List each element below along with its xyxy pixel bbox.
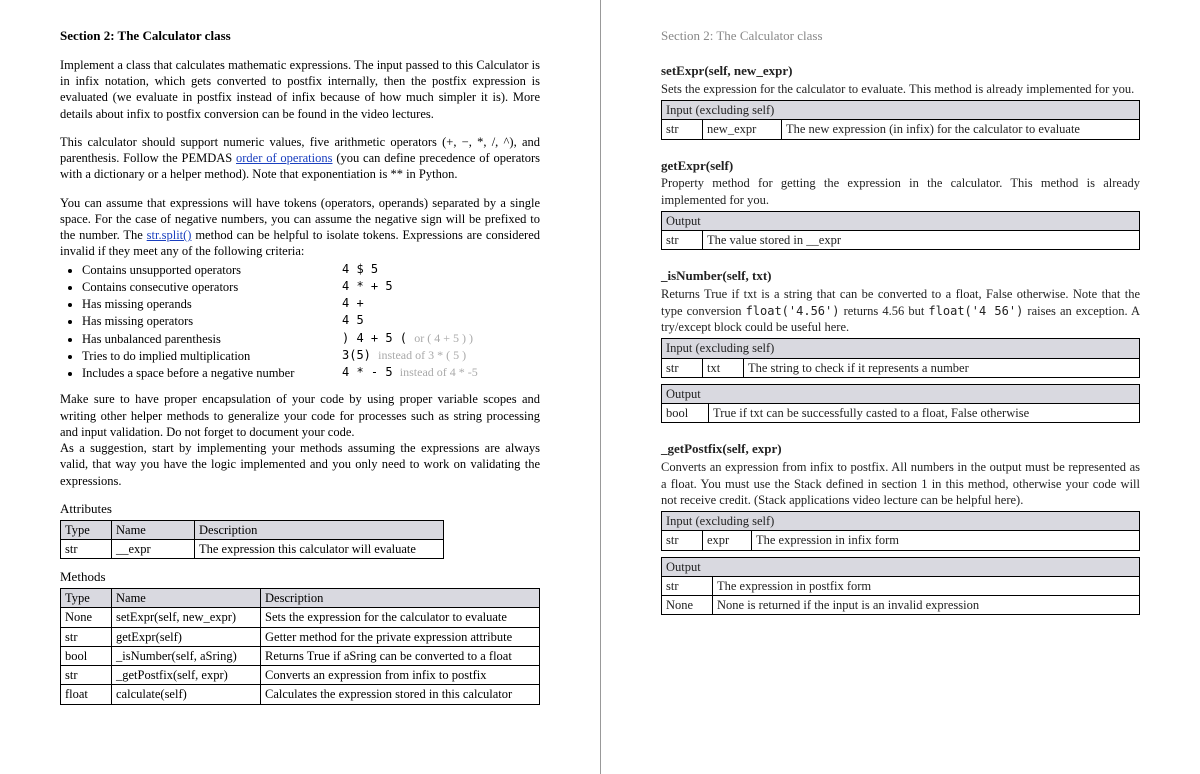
criteria-text: Contains unsupported operators [82,262,342,278]
table-row: bool True if txt can be successfully cas… [662,404,1140,423]
method-getexpr-desc: Property method for getting the expressi… [661,175,1140,208]
table-row: str The value stored in __expr [662,231,1140,250]
io-output-label: Output [662,211,1140,230]
table-row: None None is returned if the input is an… [662,596,1140,615]
section-title-gray: Section 2: The Calculator class [661,28,1140,45]
section-title: Section 2: The Calculator class [60,28,540,45]
criteria-example: 4 5 [342,313,364,329]
attr-header-type: Type [61,520,112,539]
intro-paragraph-2: This calculator should support numeric v… [60,134,540,183]
table-row: str The expression in postfix form [662,576,1140,595]
criteria-item: Contains unsupported operators4 $ 5 [82,262,540,278]
attr-type: str [61,540,112,559]
criteria-text: Has missing operators [82,313,342,329]
table-row: str_getPostfix(self, expr)Converts an ex… [61,666,540,685]
intro-paragraph-3: You can assume that expressions will hav… [60,195,540,260]
criteria-item: Contains consecutive operators4 * + 5 [82,279,540,295]
criteria-example: 4 + [342,296,364,312]
intro-paragraph-1: Implement a class that calculates mathem… [60,57,540,122]
io-input-label: Input (excluding self) [662,101,1140,120]
io-output-label: Output [662,384,1140,403]
method-setexpr-desc: Sets the expression for the calculator t… [661,81,1140,97]
table-row: NonesetExpr(self, new_expr)Sets the expr… [61,608,540,627]
attr-desc: The expression this calculator will eval… [195,540,444,559]
methods-table: Type Name Description NonesetExpr(self, … [60,588,540,705]
criteria-item: Tries to do implied multiplication3(5) i… [82,348,540,364]
attributes-table: Type Name Description str __expr The exp… [60,520,444,560]
order-of-operations-link[interactable]: order of operations [236,151,332,165]
criteria-text: Contains consecutive operators [82,279,342,295]
attributes-heading: Attributes [60,501,540,518]
criteria-text: Includes a space before a negative numbe… [82,365,342,381]
page-left: Section 2: The Calculator class Implemen… [0,0,600,774]
criteria-example: 3(5) instead of 3 * ( 5 ) [342,348,466,364]
meth-header-desc: Description [261,589,540,608]
attr-header-desc: Description [195,520,444,539]
document-spread: Section 2: The Calculator class Implemen… [0,0,1200,774]
criteria-item: Has unbalanced parenthesis) 4 + 5 ( or (… [82,331,540,347]
method-getexpr-sig: getExpr(self) [661,158,1140,175]
getpostfix-input-table: Input (excluding self) str expr The expr… [661,511,1140,551]
table-row: floatcalculate(self)Calculates the expre… [61,685,540,704]
getexpr-output-table: Output str The value stored in __expr [661,211,1140,251]
criteria-example: 4 $ 5 [342,262,378,278]
table-row: strgetExpr(self)Getter method for the pr… [61,627,540,646]
criteria-example: 4 * - 5 instead of 4 * -5 [342,365,478,381]
io-input-label: Input (excluding self) [662,512,1140,531]
criteria-item: Includes a space before a negative numbe… [82,365,540,381]
method-getpostfix-desc: Converts an expression from infix to pos… [661,459,1140,508]
method-isnumber-desc: Returns True if txt is a string that can… [661,286,1140,335]
table-row: str new_expr The new expression (in infi… [662,120,1140,139]
isnumber-input-table: Input (excluding self) str txt The strin… [661,338,1140,378]
table-row: bool_isNumber(self, aSring)Returns True … [61,646,540,665]
meth-header-type: Type [61,589,112,608]
criteria-text: Tries to do implied multiplication [82,348,342,364]
method-isnumber-sig: _isNumber(self, txt) [661,268,1140,285]
criteria-example: ) 4 + 5 ( or ( 4 + 5 ) ) [342,331,473,347]
str-split-link[interactable]: str.split() [147,228,192,242]
method-setexpr-sig: setExpr(self, new_expr) [661,63,1140,80]
criteria-text: Has missing operands [82,296,342,312]
methods-heading: Methods [60,569,540,586]
table-row: str txt The string to check if it repres… [662,358,1140,377]
setexpr-input-table: Input (excluding self) str new_expr The … [661,100,1140,140]
io-input-label: Input (excluding self) [662,339,1140,358]
encapsulation-paragraph: Make sure to have proper encapsulation o… [60,391,540,440]
method-getpostfix-sig: _getPostfix(self, expr) [661,441,1140,458]
page-right: Section 2: The Calculator class setExpr(… [600,0,1200,774]
attr-name: __expr [112,540,195,559]
table-row: str __expr The expression this calculato… [61,540,444,559]
criteria-item: Has missing operands4 + [82,296,540,312]
attr-header-name: Name [112,520,195,539]
isnumber-output-table: Output bool True if txt can be successfu… [661,384,1140,424]
invalid-criteria-list: Contains unsupported operators4 $ 5 Cont… [60,262,540,382]
getpostfix-output-table: Output str The expression in postfix for… [661,557,1140,616]
table-row: str expr The expression in infix form [662,531,1140,550]
meth-header-name: Name [112,589,261,608]
io-output-label: Output [662,557,1140,576]
criteria-text: Has unbalanced parenthesis [82,331,342,347]
criteria-item: Has missing operators4 5 [82,313,540,329]
criteria-example: 4 * + 5 [342,279,393,295]
suggestion-paragraph: As a suggestion, start by implementing y… [60,440,540,489]
